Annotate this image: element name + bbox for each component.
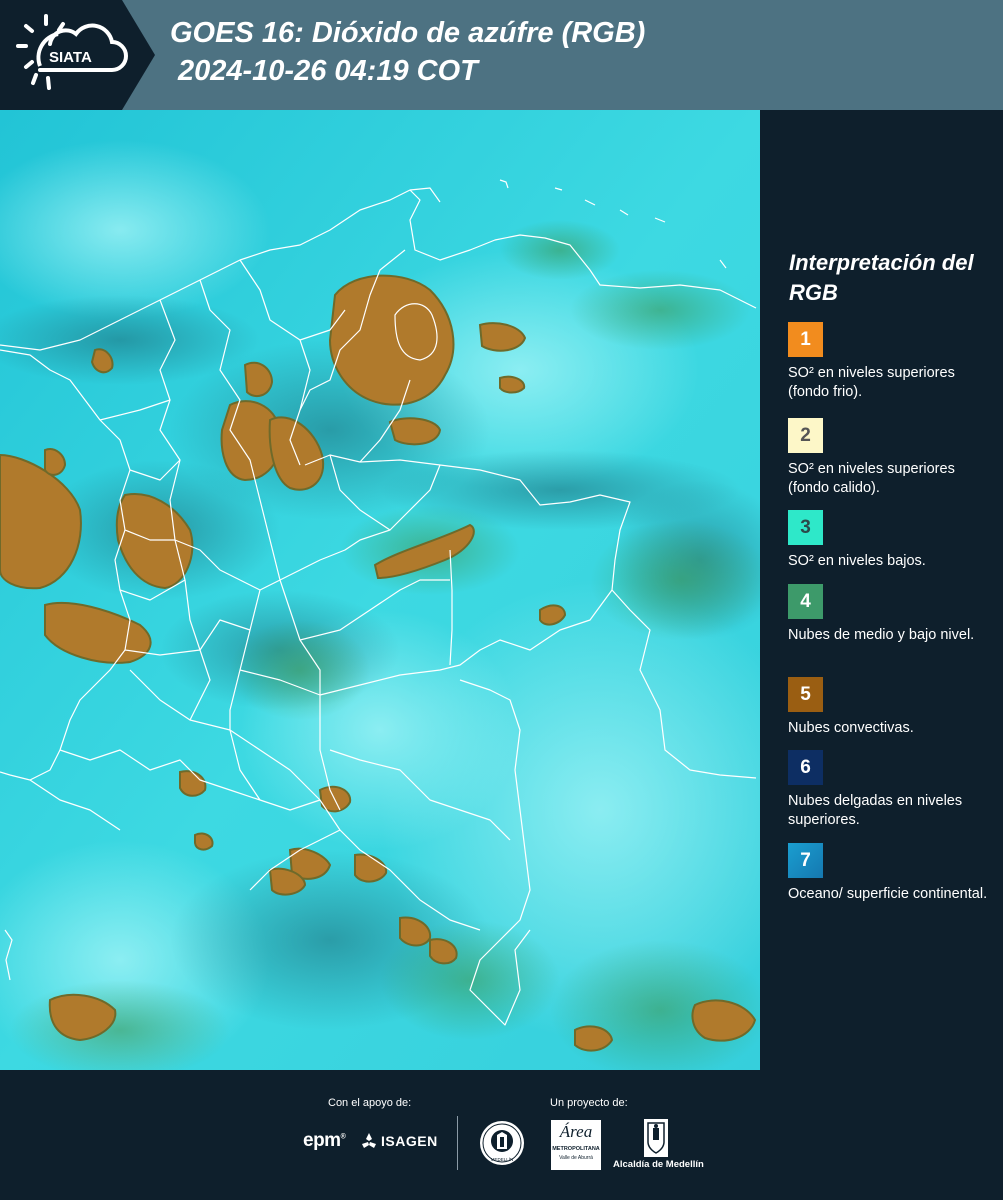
legend-title: Interpretación del RGB xyxy=(789,250,974,305)
title-product: GOES 16: Dióxido de azúfre (RGB) xyxy=(170,17,646,49)
legend-swatch-2: 2 xyxy=(788,418,823,453)
project-label: Un proyecto de: xyxy=(550,1097,628,1109)
legend-item-6: 6 Nubes delgadas en niveles superiores. xyxy=(788,750,998,830)
alcaldia-shield-icon xyxy=(644,1119,668,1157)
legend-swatch-3: 3 xyxy=(788,510,823,545)
legend-text-1: SO² en niveles superiores (fondo frio). xyxy=(788,365,955,400)
legend-item-5: 5 Nubes convectivas. xyxy=(788,677,998,738)
alcaldia-label: Alcaldía de Medellín xyxy=(613,1159,704,1170)
legend-item-4: 4 Nubes de medio y bajo nivel. xyxy=(788,584,998,645)
isagen-logo: ISAGEN xyxy=(360,1132,438,1150)
support-label: Con el apoyo de: xyxy=(328,1097,412,1109)
legend-text-4: Nubes de medio y bajo nivel. xyxy=(788,627,975,643)
header-bar: SIATA GOES 16: Dióxido de azúfre (RGB) 2… xyxy=(0,0,1003,110)
legend-item-1: 1 SO² en niveles superiores (fondo frio)… xyxy=(788,322,998,402)
page-title: GOES 16: Dióxido de azúfre (RGB) 2024-10… xyxy=(170,14,645,90)
legend-item-7: 7 Oceano/ superficie continental. xyxy=(788,843,998,904)
legend-text-2: SO² en niveles superiores (fondo calido)… xyxy=(788,461,955,496)
epm-logo: epm® xyxy=(303,1130,346,1151)
legend-panel: Interpretación del RGB 1 SO² en niveles … xyxy=(760,110,1003,1070)
footer-bar: Con el apoyo de: Un proyecto de: epm® IS… xyxy=(0,1070,1003,1200)
legend-text-7: Oceano/ superficie continental. xyxy=(788,886,988,902)
legend-swatch-7: 7 xyxy=(788,843,823,878)
legend-item-3: 3 SO² en niveles bajos. xyxy=(788,510,998,571)
legend-swatch-6: 6 xyxy=(788,750,823,785)
legend-text-6: Nubes delgadas en niveles superiores. xyxy=(788,793,963,828)
medellin-seal-icon: MEDELLÍN xyxy=(480,1121,524,1165)
svg-text:MEDELLÍN: MEDELLÍN xyxy=(491,1156,514,1162)
rgb-composite-image xyxy=(0,110,820,1080)
area-metropolitana-logo: Área METROPOLITANA Valle de Aburrá xyxy=(551,1120,601,1170)
siata-logo: SIATA xyxy=(0,0,155,110)
footer-divider xyxy=(457,1116,458,1170)
isagen-icon xyxy=(362,1133,376,1148)
legend-text-3: SO² en niveles bajos. xyxy=(788,553,926,569)
legend-text-5: Nubes convectivas. xyxy=(788,720,914,736)
legend-swatch-5: 5 xyxy=(788,677,823,712)
title-timestamp: 2024-10-26 04:19 COT xyxy=(178,55,478,87)
legend-swatch-4: 4 xyxy=(788,584,823,619)
legend-item-2: 2 SO² en niveles superiores (fondo calid… xyxy=(788,418,998,496)
legend-swatch-1: 1 xyxy=(788,322,823,357)
svg-text:SIATA: SIATA xyxy=(49,49,92,66)
satellite-map xyxy=(0,110,820,1080)
